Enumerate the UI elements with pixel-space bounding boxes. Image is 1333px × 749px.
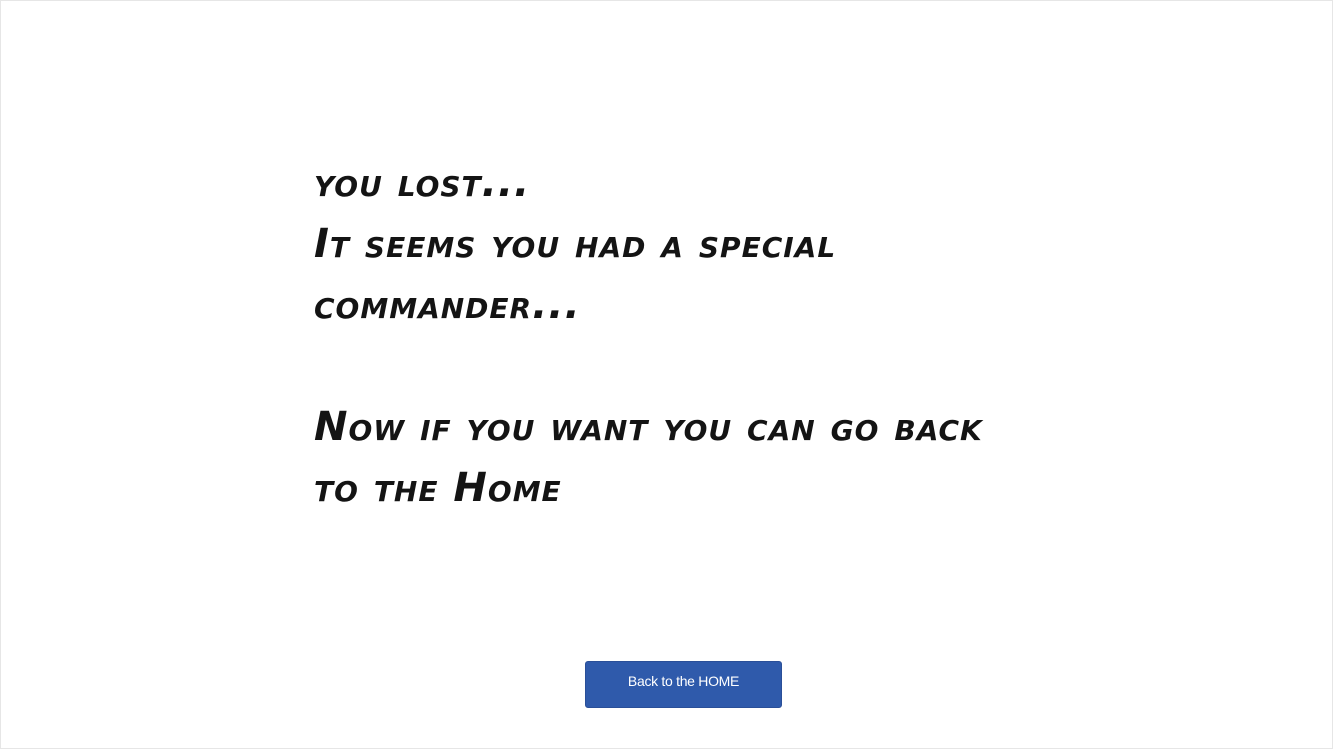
message-line-go-back: Now if you want you can go back bbox=[314, 404, 983, 450]
back-to-home-button[interactable]: Back to the HOME bbox=[585, 661, 782, 708]
game-over-message: you lost... It seems you had a special c… bbox=[314, 153, 1074, 519]
game-over-page: you lost... It seems you had a special c… bbox=[0, 0, 1333, 749]
back-to-home-button-label: Back to the HOME bbox=[627, 673, 740, 689]
message-line-you-lost: you lost... bbox=[314, 160, 531, 206]
message-line-special-commander: It seems you had a special bbox=[314, 221, 837, 267]
message-line-home: to the Home bbox=[314, 465, 562, 511]
message-spacer bbox=[314, 336, 1074, 397]
message-line-commander: commander... bbox=[314, 282, 581, 328]
